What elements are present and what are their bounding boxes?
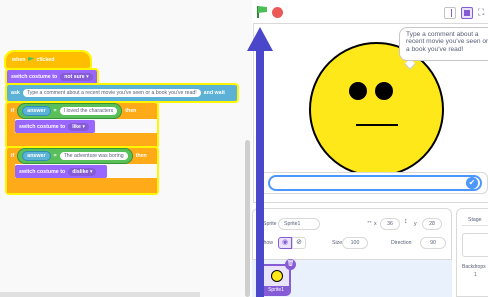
right-eye [375,82,393,100]
x-arrows-icon: ↔ [366,218,373,225]
ask-and-wait-block[interactable]: ask Type a comment about a recent movie … [5,83,239,103]
switch-costume-label: switch costume to [19,123,66,130]
code-horizontal-scrollbar[interactable] [0,292,200,297]
small-stage-mode-button[interactable] [444,7,456,19]
speech-bubble: Type a comment about a recent movie you'… [399,27,488,61]
equals-sign: = [53,152,57,159]
costume-dropdown[interactable]: like [68,122,89,131]
sprite-label: Sprite [263,221,277,227]
equals-operator-block[interactable]: answer = The adventure was boring [17,147,133,164]
sprite-name-input[interactable] [278,218,320,230]
then-label: then [125,107,137,114]
scratch-editor: when clicked switch costume to not sure … [0,0,488,297]
code-vertical-scrollbar[interactable] [245,140,250,297]
hide-invisible-icon[interactable]: ⊘ [292,237,306,249]
switch-costume-block[interactable]: switch costume to not sure [5,68,99,86]
if-footer [7,137,157,147]
stop-button[interactable] [272,7,283,18]
if-label: if [11,107,15,114]
y-label: y [414,221,417,227]
switch-costume-like-block[interactable]: switch costume to like [15,120,95,133]
emoji-sprite[interactable] [309,42,444,177]
stage-preview[interactable] [462,233,488,257]
left-eye [349,82,367,100]
costume-dropdown[interactable]: not sure [60,73,93,81]
x-label: x [374,221,377,227]
code-area[interactable]: when clicked switch costume to not sure … [0,0,252,297]
show-visible-icon[interactable]: ◉ [278,237,292,249]
backdrops-label: Backdrops [462,264,486,270]
ask-label: ask [11,90,20,96]
green-flag-icon [258,6,267,13]
compare-value-input[interactable]: The adventure was boring [59,151,128,160]
green-flag-icon [27,57,35,62]
annotation-arrow-shaft [256,50,264,297]
if-label: if [11,152,15,159]
equals-operator-block[interactable]: answer = I loved the characters [17,102,123,119]
then-label: then [135,152,147,159]
size-input[interactable] [342,237,368,249]
direction-input[interactable] [420,237,446,249]
if-block-boring[interactable]: if answer = The adventure was boring the… [5,146,159,195]
ask-answer-input[interactable] [268,175,482,191]
switch-costume-label: switch costume to [11,74,58,80]
sprite-thumbnail-name: Sprite1 [261,286,289,294]
if-footer [7,183,157,193]
when-flag-clicked-block[interactable]: when clicked [4,50,92,70]
mouth [356,124,398,126]
direction-label: Direction [391,240,412,246]
size-label: Size [332,240,343,246]
fullscreen-icon[interactable]: ⛶ [478,5,488,19]
ask-text-input[interactable]: Type a comment about a recent movie you'… [22,89,201,97]
sprite-thumbnail-image [271,270,283,282]
large-stage-mode-button[interactable] [461,7,473,19]
if-block-loved[interactable]: if answer = I loved the characters then … [5,101,159,149]
switch-costume-dislike-block[interactable]: switch costume to dislike [15,165,107,178]
green-flag-button[interactable] [256,5,268,19]
y-input[interactable] [422,218,442,230]
equals-sign: = [53,107,57,114]
y-arrows-icon: ↕ [404,218,408,225]
switch-costume-label: switch costume to [19,168,66,175]
compare-value-input[interactable]: I loved the characters [59,106,118,115]
check-icon[interactable]: ✔ [466,177,478,189]
costume-dropdown[interactable]: dislike [68,167,97,176]
if-header: if answer = I loved the characters then [7,102,157,119]
stage-tab[interactable]: Stage [462,214,488,226]
when-label: when [12,57,26,63]
and-wait-label: and wait [203,90,225,96]
if-header: if answer = The adventure was boring the… [7,147,157,164]
x-input[interactable] [380,218,400,230]
trash-icon[interactable]: 🗑 [285,259,296,270]
sprite-info-panel: Sprite x y Show Size Direction [252,208,452,260]
backdrops-count: 1 [474,272,477,278]
clicked-label: clicked [36,57,55,63]
answer-reporter[interactable]: answer [22,105,51,116]
answer-reporter[interactable]: answer [22,150,51,161]
